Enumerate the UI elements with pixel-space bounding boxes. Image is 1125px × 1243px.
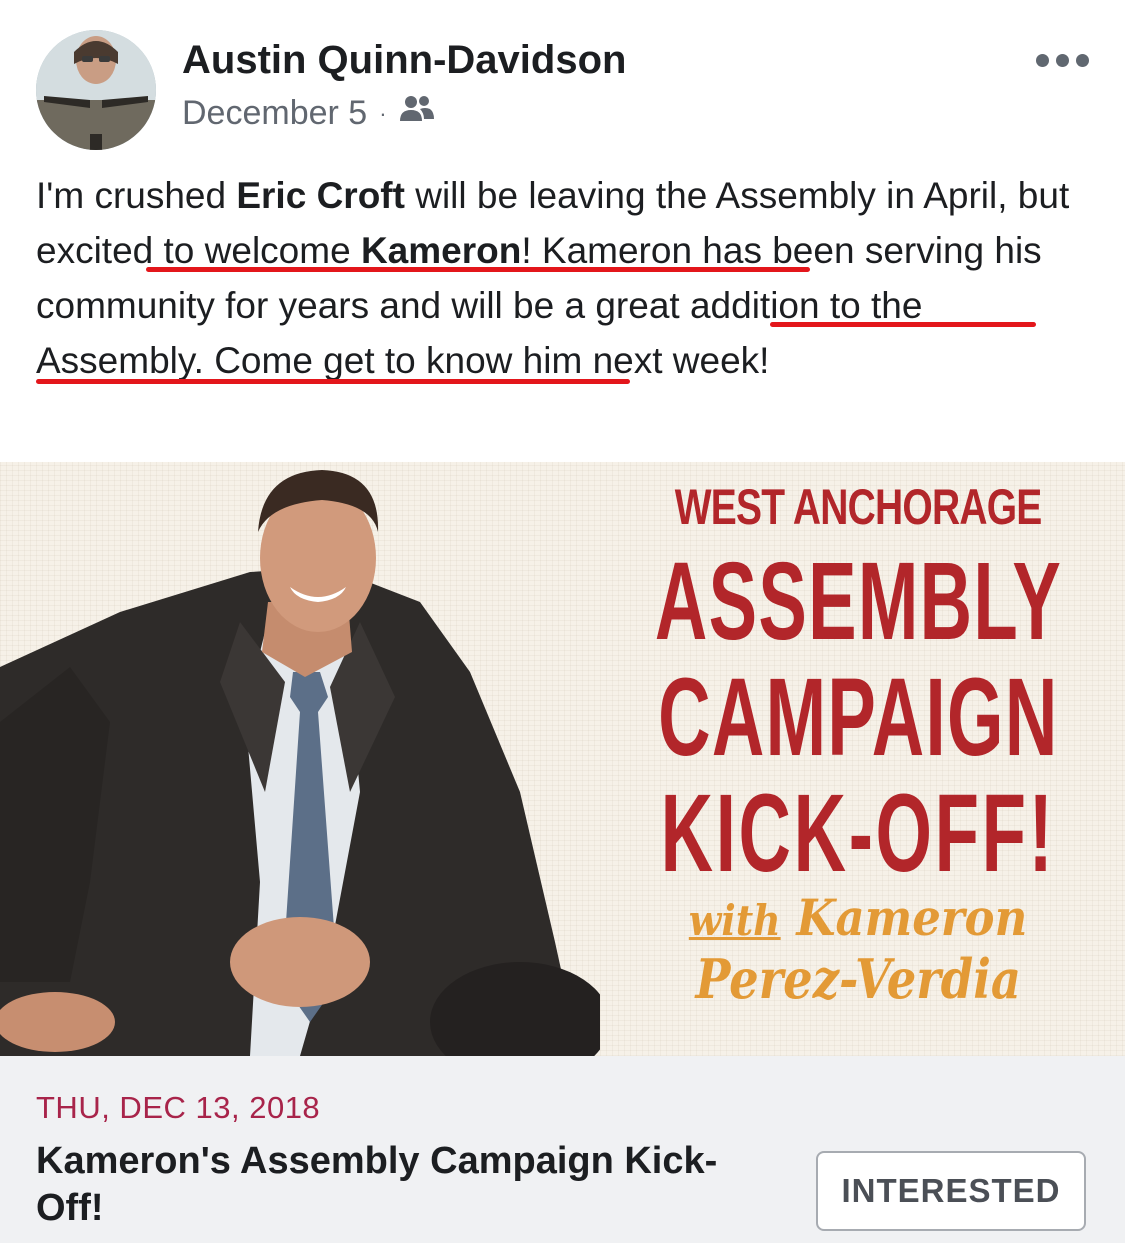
post-meta: December 5 ·: [182, 94, 435, 133]
author-name[interactable]: Austin Quinn-Davidson: [182, 38, 626, 83]
promo-line-kick-off: KICK-OFF!: [661, 772, 1056, 895]
promo-line-west-anchorage: WEST ANCHORAGE: [675, 479, 1043, 535]
promo-line-campaign: CAMPAIGN: [658, 656, 1059, 779]
post-header: Austin Quinn-Davidson December 5 ·: [0, 0, 1125, 160]
author-avatar[interactable]: [36, 30, 156, 150]
meta-separator: ·: [379, 100, 387, 126]
post-text: I'm crushed Eric Croft will be leaving t…: [36, 168, 1096, 388]
event-card[interactable]: THU, DEC 13, 2018 Kameron's Assembly Cam…: [0, 1056, 1125, 1243]
event-cover-image[interactable]: WEST ANCHORAGE ASSEMBLY CAMPAIGN KICK-OF…: [0, 462, 1125, 1056]
friends-icon: [399, 94, 435, 133]
more-options-icon[interactable]: [1036, 54, 1089, 67]
event-date: THU, DEC 13, 2018: [36, 1090, 321, 1125]
promo-first-name: Kameron: [796, 888, 1028, 947]
promo-line-assembly: ASSEMBLY: [654, 540, 1063, 663]
event-title[interactable]: Kameron's Assembly Campaign Kick-Off!: [36, 1138, 736, 1232]
red-underline-annotation: [36, 379, 630, 384]
post-text-segment: will be leaving the Assembly in April,: [404, 175, 1018, 216]
promo-last-name: Perez-Verdia: [695, 947, 1022, 1011]
red-underline-annotation: [146, 267, 810, 272]
post-date[interactable]: December 5: [182, 94, 367, 133]
campaign-promo-text: WEST ANCHORAGE ASSEMBLY CAMPAIGN KICK-OF…: [592, 462, 1125, 1056]
promo-with-line: with Kameron: [689, 888, 1027, 947]
promo-with: with: [689, 896, 782, 945]
post-text-segment: I'm crushed: [36, 175, 237, 216]
candidate-photo: [0, 462, 610, 1056]
interested-button[interactable]: INTERESTED: [816, 1151, 1086, 1231]
red-underline-annotation: [770, 322, 1036, 327]
mention-kameron[interactable]: Kameron: [361, 230, 521, 271]
mention-eric-croft[interactable]: Eric Croft: [236, 175, 405, 216]
post-text-segment: . Come get to know him next week!: [193, 340, 770, 381]
